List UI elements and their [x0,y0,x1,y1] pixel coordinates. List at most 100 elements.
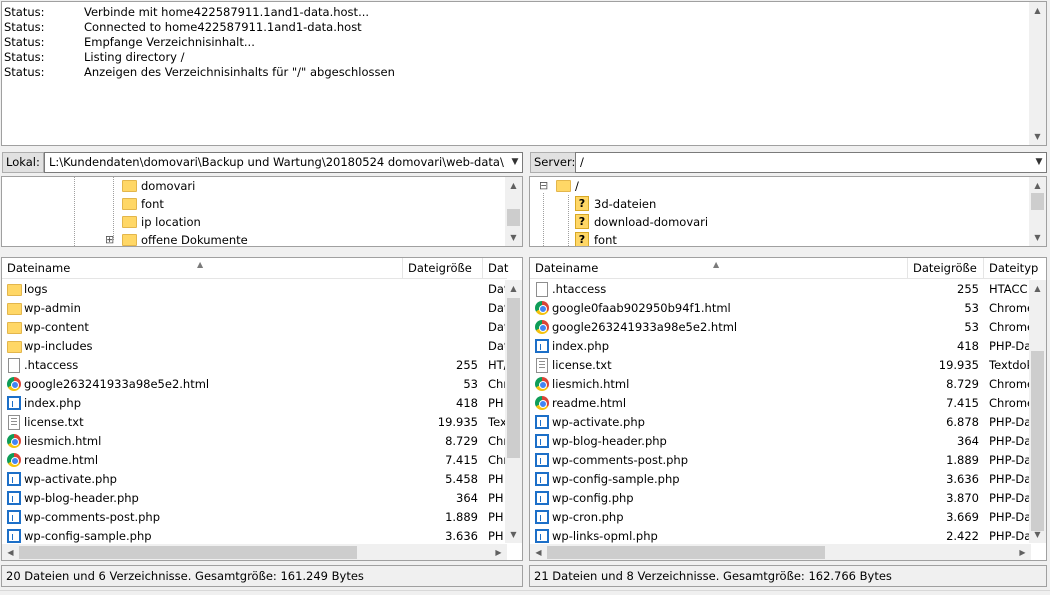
scroll-up-icon[interactable]: ▲ [505,280,522,297]
file-row[interactable]: wp-blog-header.php 364 PH [2,489,507,508]
file-row[interactable]: .htaccess 255 HTACC [530,280,1031,299]
remote-path-input[interactable]: / [575,152,1047,173]
expand-icon[interactable]: ⊞ [105,231,114,246]
tree-item-label: offene Dokumente [141,233,248,247]
file-row[interactable]: google263241933a98e5e2.html 53 Chr [2,375,507,394]
message-log[interactable]: Status: Verbinde mit home422587911.1and1-… [1,1,1047,146]
scroll-left-icon[interactable]: ◀ [2,544,19,560]
scroll-up-icon[interactable]: ▲ [1029,177,1046,194]
remote-path-dropdown-icon[interactable]: ▼ [1031,153,1047,172]
scroll-thumb[interactable] [507,209,520,226]
log-scrollbar[interactable]: ▲ ▼ [1029,2,1046,145]
local-tree-scrollbar[interactable]: ▲ ▼ [505,177,522,246]
file-row[interactable]: wp-content Dat [2,318,507,337]
php-file-icon [7,396,22,411]
local-file-list[interactable]: Dateiname ▲ Dateigröße Dat logs Dat wp-adm… [1,257,523,561]
remote-file-rows: .htaccess 255 HTACC google0faab902950b94f1.… [530,280,1031,546]
file-row[interactable]: wp-comments-post.php 1.889 PH [2,508,507,527]
local-column-size[interactable]: Dateigröße [403,258,483,279]
file-name: readme.html [24,453,99,467]
scroll-down-icon[interactable]: ▼ [1029,526,1046,543]
file-row[interactable]: .htaccess 255 HT/ [2,356,507,375]
scroll-down-icon[interactable]: ▼ [505,229,522,246]
folder-icon [7,282,22,297]
php-file-icon [7,472,22,487]
remote-file-list[interactable]: Dateiname ▲ Dateigröße Dateityp .htacces… [529,257,1047,561]
scroll-thumb[interactable] [1031,351,1044,531]
file-row[interactable]: readme.html 7.415 Chrome [530,394,1031,413]
file-row[interactable]: wp-config.php 3.870 PHP-Da [530,489,1031,508]
scroll-down-icon[interactable]: ▼ [1029,229,1046,246]
file-row[interactable]: liesmich.html 8.729 Chrome [530,375,1031,394]
scroll-left-icon[interactable]: ◀ [530,544,547,560]
remote-list-hscrollbar[interactable]: ◀ ▶ [530,544,1031,560]
remote-file-list-header: Dateiname ▲ Dateigröße Dateityp [530,258,1038,279]
file-size: 255 [456,358,478,372]
local-path-dropdown-icon[interactable]: ▼ [507,153,523,172]
file-row[interactable]: wp-activate.php 5.458 PH [2,470,507,489]
scroll-up-icon[interactable]: ▲ [1029,2,1046,19]
local-column-type[interactable]: Dat [483,258,522,279]
file-row[interactable]: index.php 418 PHP-Da [530,337,1031,356]
scroll-thumb[interactable] [547,546,825,559]
sort-ascending-icon: ▲ [197,260,204,269]
file-name: wp-blog-header.php [24,491,139,505]
file-row[interactable]: logs Dat [2,280,507,299]
file-row[interactable]: wp-admin Dat [2,299,507,318]
tree-item-label: font [141,197,164,211]
file-row[interactable]: wp-includes Dat [2,337,507,356]
local-list-scrollbar[interactable]: ▲ ▼ [505,280,522,543]
scroll-down-icon[interactable]: ▼ [1029,128,1046,145]
scroll-right-icon[interactable]: ▶ [490,544,507,560]
remote-status-text: 21 Dateien und 8 Verzeichnisse. Gesamtgr… [534,569,892,583]
file-type: Chrome [989,396,1031,410]
file-size: 364 [456,491,478,505]
php-file-icon [535,472,550,487]
file-row[interactable]: wp-activate.php 6.878 PHP-Da [530,413,1031,432]
file-size: 364 [957,434,979,448]
file-row[interactable]: wp-config-sample.php 3.636 PHP-Da [530,470,1031,489]
file-row[interactable]: google263241933a98e5e2.html 53 Chrome [530,318,1031,337]
file-row[interactable]: wp-cron.php 3.669 PHP-Da [530,508,1031,527]
scroll-up-icon[interactable]: ▲ [505,177,522,194]
file-size: 3.669 [946,510,979,524]
local-directory-tree[interactable]: domovari font ip location ⊞ offene Dokumente… [1,176,523,247]
collapse-icon[interactable]: ⊟ [539,177,548,195]
file-row[interactable]: license.txt 19.935 Textdok [530,356,1031,375]
remote-directory-tree[interactable]: ⊟ /? 3d-dateien? download-domovari? font ▲ ▼ [529,176,1047,247]
text-file-icon [535,358,550,373]
file-size: 418 [957,339,979,353]
file-row[interactable]: index.php 418 PH [2,394,507,413]
scroll-thumb[interactable] [19,546,357,559]
log-entry-label: Status: [4,50,45,64]
file-name: index.php [552,339,610,353]
remote-tree-scrollbar[interactable]: ▲ ▼ [1029,177,1046,246]
remote-path-label: Server: [530,152,580,173]
file-row[interactable]: wp-comments-post.php 1.889 PHP-Da [530,451,1031,470]
local-column-name[interactable]: Dateiname ▲ [2,258,403,279]
remote-list-scrollbar[interactable]: ▲ ▼ [1029,280,1046,543]
file-size: 1.889 [946,453,979,467]
remote-column-size[interactable]: Dateigröße [908,258,984,279]
column-size-label: Dateigröße [913,261,977,275]
scroll-down-icon[interactable]: ▼ [505,526,522,543]
local-list-hscrollbar[interactable]: ◀ ▶ [2,544,507,560]
scroll-thumb[interactable] [507,298,520,458]
file-name: google263241933a98e5e2.html [24,377,210,391]
scroll-up-icon[interactable]: ▲ [1029,280,1046,297]
file-row[interactable]: readme.html 7.415 Chr [2,451,507,470]
remote-column-type[interactable]: Dateityp [984,258,1044,279]
scroll-right-icon[interactable]: ▶ [1014,544,1031,560]
scroll-thumb[interactable] [1031,193,1044,210]
file-size: 19.935 [938,358,979,372]
tree-item-label: domovari [141,179,196,193]
log-entry-label: Status: [4,65,45,79]
file-row[interactable]: wp-blog-header.php 364 PHP-Da [530,432,1031,451]
remote-column-name[interactable]: Dateiname ▲ [530,258,908,279]
local-path-input[interactable]: L:\Kundendaten\domovari\Backup und Wartu… [44,152,523,173]
file-row[interactable]: liesmich.html 8.729 Chr [2,432,507,451]
file-size: 53 [964,320,979,334]
log-entry: Status: Verbinde mit home422587911.1and1-… [4,5,395,20]
file-row[interactable]: google0faab902950b94f1.html 53 Chrome [530,299,1031,318]
file-row[interactable]: license.txt 19.935 Tex [2,413,507,432]
